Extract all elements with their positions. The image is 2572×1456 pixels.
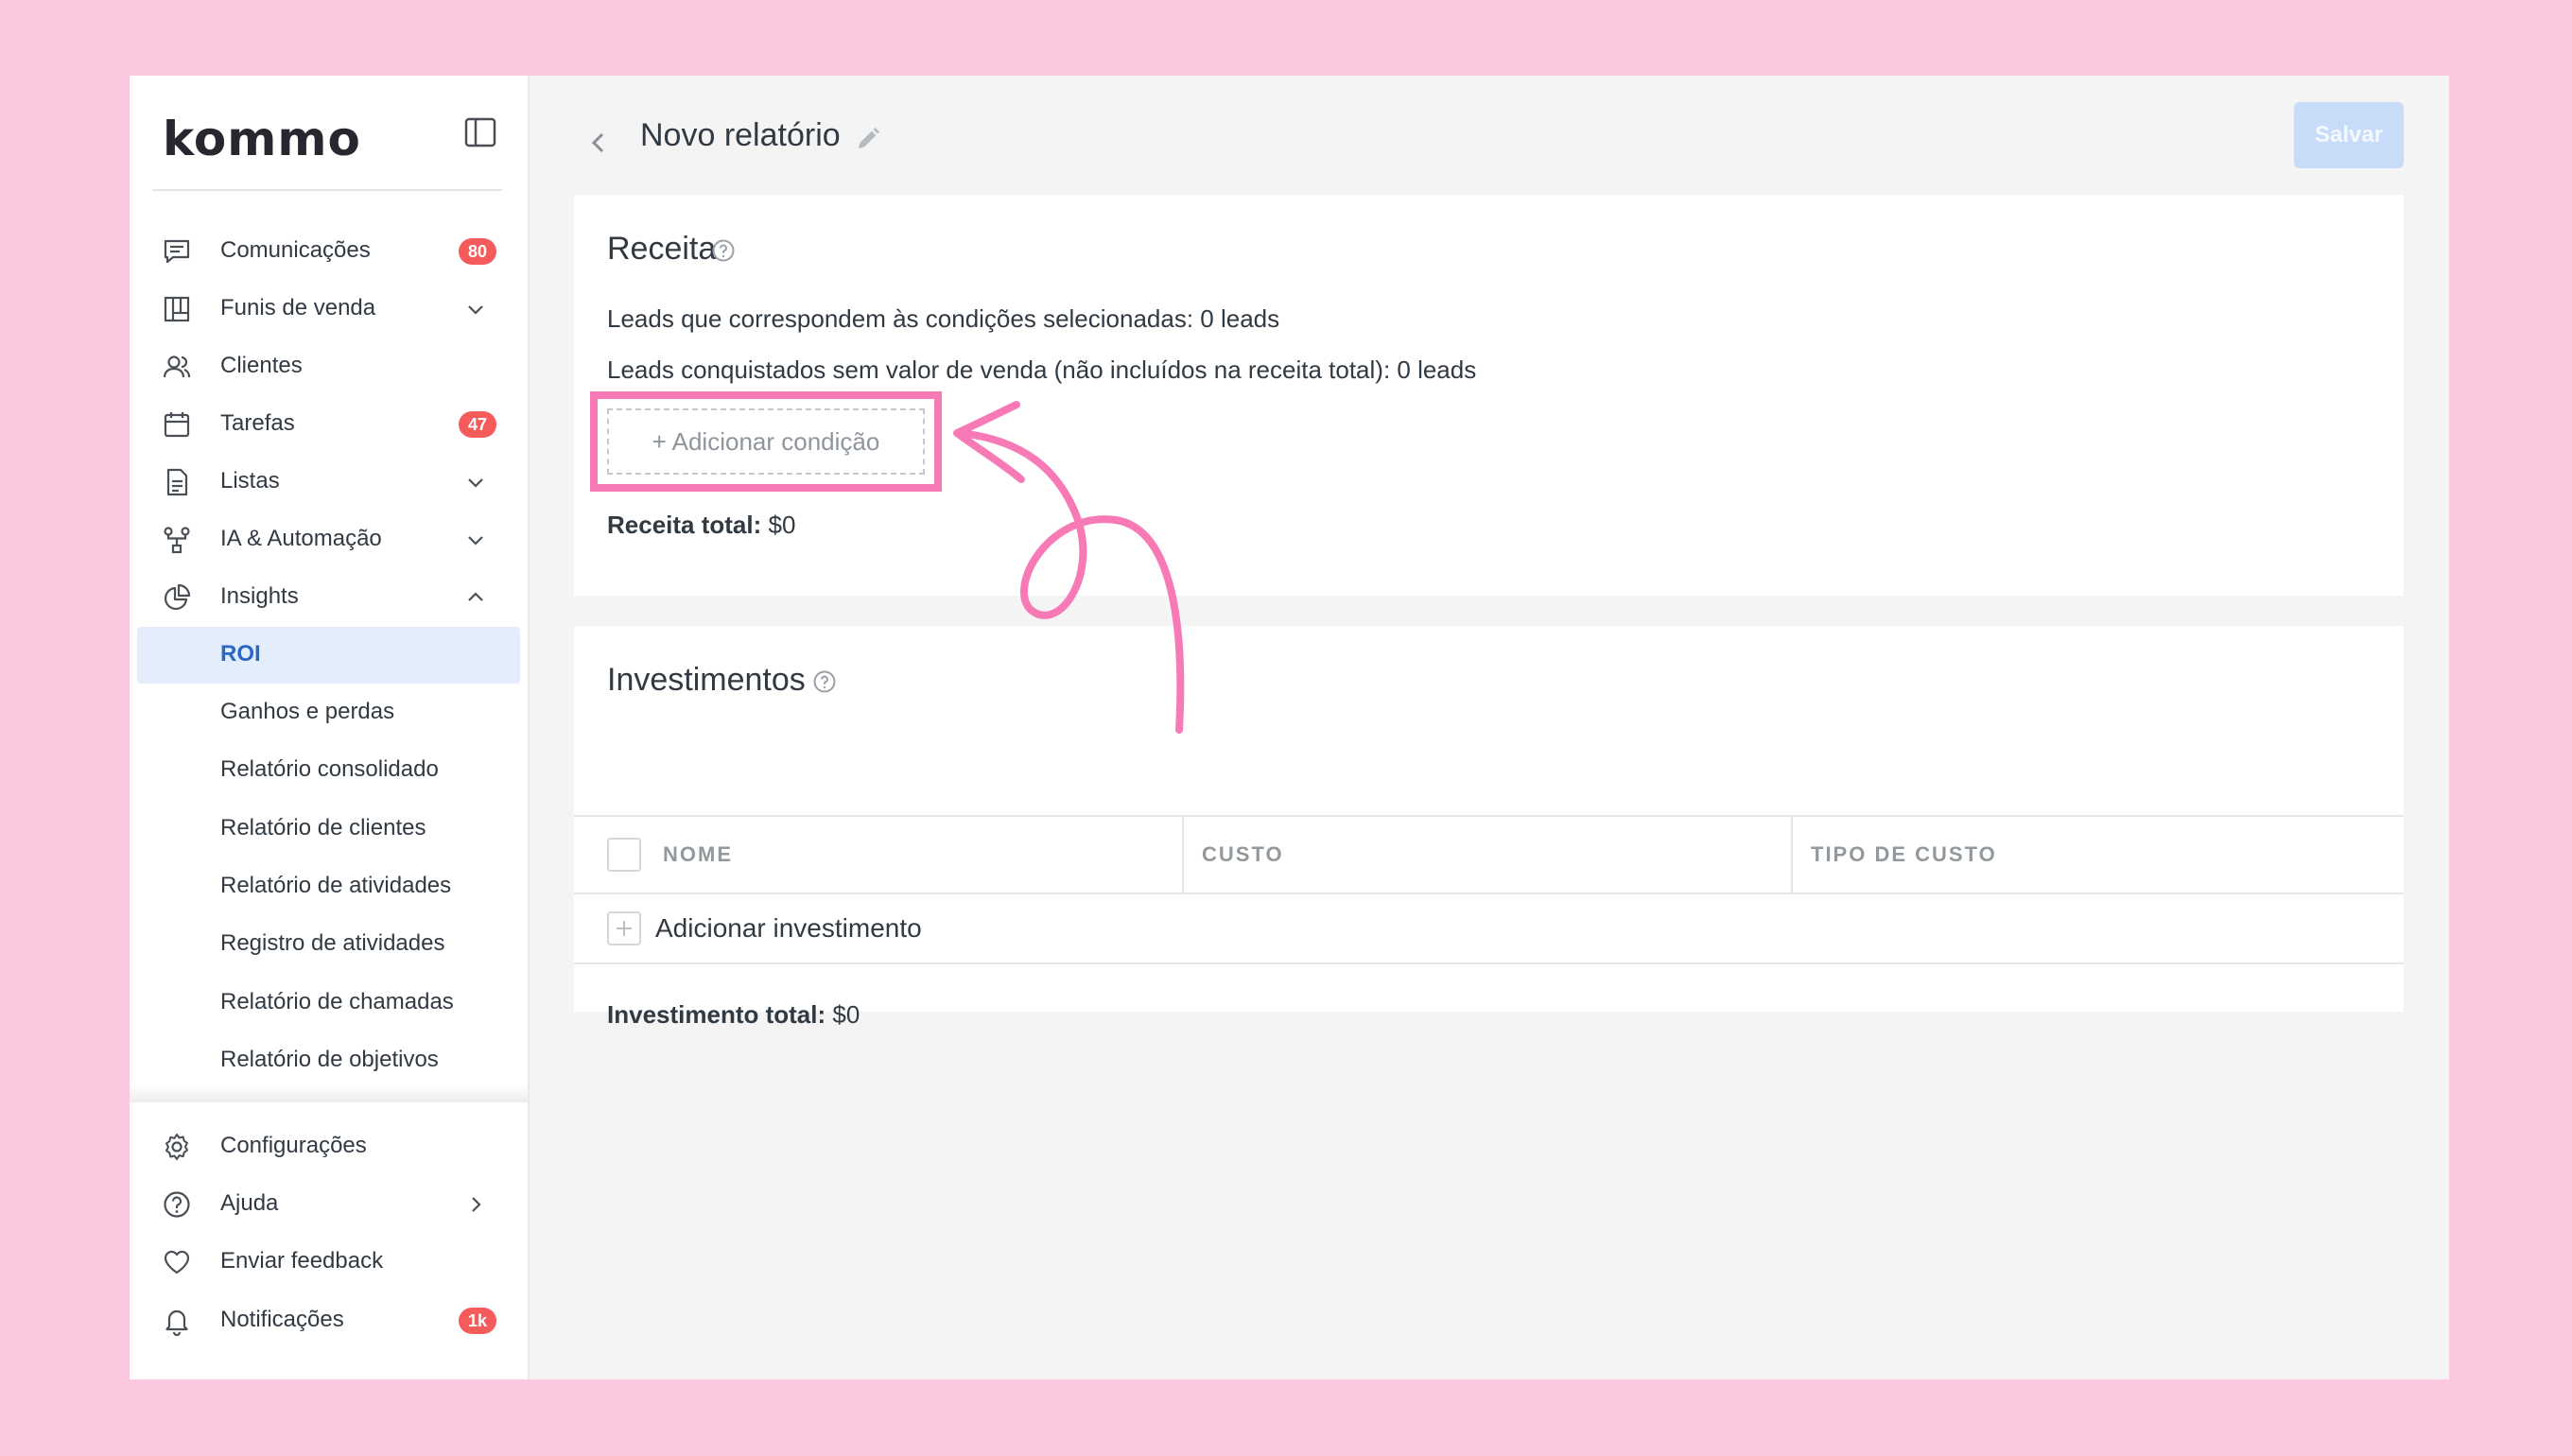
sidebar-item-listas[interactable]: Listas (137, 453, 520, 510)
sidebar-subitem-label: Relatório de atividades (220, 873, 452, 898)
sidebar-item-label: IA & Automação (220, 526, 382, 551)
automation-icon (164, 527, 190, 554)
add-condition-highlight: + Adicionar condição (590, 391, 942, 492)
sidebar-item-notificacoes[interactable]: Notificações 1k (137, 1291, 520, 1348)
sidebar-item-clientes[interactable]: Clientes (137, 338, 520, 394)
notifications-badge: 1k (459, 1308, 496, 1334)
sidebar-item-insights[interactable]: Insights (137, 568, 520, 625)
save-button[interactable]: Salvar (2294, 102, 2404, 168)
sidebar-item-label: Comunicações (220, 237, 371, 263)
won-leads-text: Leads conquistados sem valor de venda (n… (607, 355, 1477, 384)
sidebar-subitem-label: Ganhos e perdas (220, 699, 395, 724)
pie-chart-icon (164, 583, 191, 611)
receita-total-value: $0 (768, 511, 796, 539)
sidebar-subitem-roi[interactable]: ROI (137, 627, 520, 684)
sidebar-subitem-relatorio-clientes[interactable]: Relatório de clientes (137, 801, 520, 858)
logo-divider (152, 189, 502, 191)
document-icon (166, 468, 188, 496)
pencil-icon[interactable] (854, 125, 882, 153)
sidebar-item-enviar-feedback[interactable]: Enviar feedback (137, 1233, 520, 1290)
sidebar-item-ia-automacao[interactable]: IA & Automação (137, 511, 520, 567)
sidebar-subitem-label: ROI (220, 641, 261, 667)
sidebar-subitem-label: Registro de atividades (220, 930, 445, 956)
column-header-tipo-custo[interactable]: TIPO DE CUSTO (1811, 817, 1997, 893)
kommo-logo[interactable]: kommo (163, 112, 361, 166)
column-divider (1791, 817, 1793, 893)
sidebar-item-label: Notificações (220, 1307, 344, 1332)
sidebar-subitem-relatorio-consolidado[interactable]: Relatório consolidado (137, 742, 520, 799)
sidebar-item-label: Tarefas (220, 410, 295, 436)
bell-icon (165, 1309, 188, 1336)
sidebar-item-comunicacoes[interactable]: Comunicações 80 (137, 222, 520, 279)
help-icon (164, 1191, 190, 1218)
chevron-down-icon[interactable] (464, 529, 487, 551)
column-header-custo[interactable]: CUSTO (1202, 817, 1284, 893)
sidebar-toggle-icon[interactable] (463, 115, 497, 149)
chevron-right-icon[interactable] (464, 1193, 487, 1216)
investimentos-card: Investimentos NOME CUSTO TIPO DE CUSTO A… (574, 626, 2404, 1029)
app-window: kommo Comunicações 80 Funis de venda Cli… (130, 76, 2449, 1379)
sidebar-item-label: Enviar feedback (220, 1248, 384, 1274)
sidebar-item-label: Ajuda (220, 1190, 279, 1216)
sidebar-subitem-registro-atividades[interactable]: Registro de atividades (137, 916, 520, 973)
add-investment-label[interactable]: Adicionar investimento (655, 913, 922, 944)
sidebar-item-tarefas[interactable]: Tarefas 47 (137, 395, 520, 452)
receita-total-label: Receita total: (607, 511, 762, 539)
receita-total: Receita total: $0 (607, 511, 795, 540)
add-condition-button[interactable]: + Adicionar condição (607, 408, 925, 475)
chevron-down-icon[interactable] (464, 298, 487, 321)
sidebar-subitem-label: Relatório consolidado (220, 756, 439, 782)
investimento-total-label: Investimento total: (607, 1000, 826, 1029)
unread-badge: 80 (459, 238, 496, 265)
matching-leads-text: Leads que correspondem às condições sele… (607, 304, 1280, 333)
sidebar-item-label: Clientes (220, 353, 303, 378)
sidebar-item-label: Configurações (220, 1133, 367, 1158)
chevron-up-icon[interactable] (464, 586, 487, 609)
sidebar-item-funis[interactable]: Funis de venda (137, 280, 520, 337)
sidebar-item-configuracoes[interactable]: Configurações (137, 1118, 520, 1174)
sidebar-subitem-relatorio-atividades[interactable]: Relatório de atividades (137, 858, 520, 915)
investimento-total: Investimento total: $0 (607, 1000, 860, 1030)
back-arrow-icon[interactable] (583, 121, 614, 165)
add-investment-row[interactable]: Adicionar investimento (574, 894, 2404, 964)
sidebar-subitem-relatorio-chamadas[interactable]: Relatório de chamadas (137, 975, 520, 1031)
chat-icon (164, 239, 190, 264)
sidebar-item-label: Funis de venda (220, 295, 376, 321)
sidebar-subitem-ganhos-perdas[interactable]: Ganhos e perdas (137, 685, 520, 741)
tasks-badge: 47 (459, 411, 496, 438)
sidebar-subitem-label: Relatório de objetivos (220, 1047, 439, 1072)
kanban-icon (164, 296, 190, 322)
select-all-checkbox[interactable] (607, 838, 641, 872)
column-header-nome[interactable]: NOME (663, 817, 733, 893)
sidebar-item-label: Insights (220, 583, 299, 609)
calendar-icon (164, 412, 190, 438)
plus-icon[interactable] (607, 911, 641, 945)
sidebar-item-label: Listas (220, 468, 280, 494)
users-icon (163, 355, 191, 378)
page-title: Novo relatório (640, 117, 841, 153)
sidebar-subitem-label: Relatório de clientes (220, 815, 426, 841)
investimento-total-value: $0 (832, 1000, 860, 1029)
chevron-down-icon[interactable] (464, 471, 487, 494)
investimentos-title: Investimentos (607, 662, 806, 698)
help-circle-icon[interactable] (711, 238, 736, 263)
receita-title: Receita (607, 231, 717, 267)
investments-table-header: NOME CUSTO TIPO DE CUSTO (574, 815, 2404, 894)
sidebar-subitem-label: Relatório de chamadas (220, 989, 454, 1014)
sidebar: kommo Comunicações 80 Funis de venda Cli… (130, 76, 530, 1379)
gear-icon (165, 1134, 188, 1160)
column-divider (1182, 817, 1184, 893)
heart-icon (164, 1250, 190, 1274)
help-circle-icon[interactable] (812, 669, 837, 694)
sidebar-item-ajuda[interactable]: Ajuda (137, 1175, 520, 1232)
receita-card: Receita Leads que correspondem às condiç… (574, 195, 2404, 596)
sidebar-subitem-relatorio-objetivos[interactable]: Relatório de objetivos (137, 1032, 520, 1089)
sidebar-scroll-shadow (130, 1085, 528, 1102)
